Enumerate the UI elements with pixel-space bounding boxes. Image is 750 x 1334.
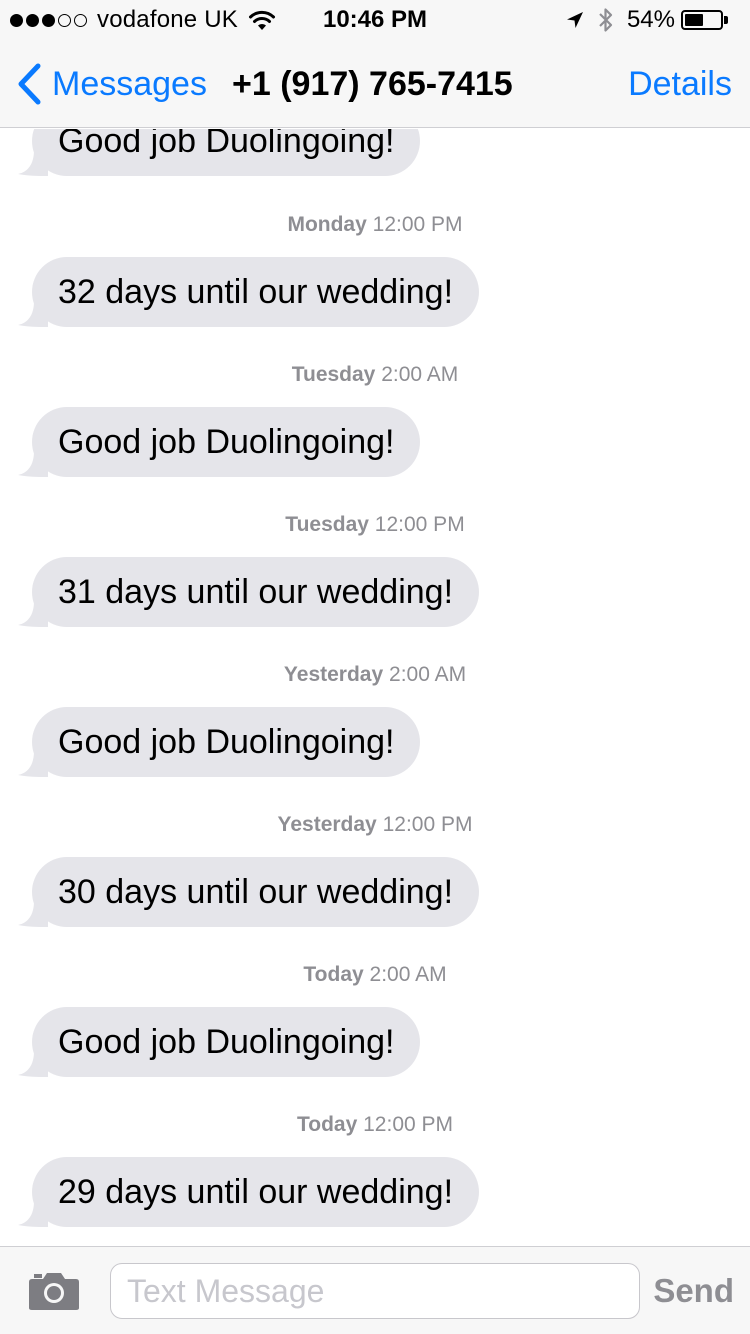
message-text: Good job Duolingoing!: [58, 423, 395, 461]
bubble-tail: [18, 301, 48, 327]
message-bubble: Good job Duolingoing!: [18, 129, 421, 176]
message-bubble: 32 days until our wedding!: [18, 257, 480, 327]
camera-icon[interactable]: [28, 1271, 80, 1311]
timestamp: Today 2:00 AM: [0, 963, 750, 987]
message-input[interactable]: [110, 1263, 640, 1319]
timestamp-day: Yesterday: [277, 813, 377, 836]
battery-cap: [724, 16, 728, 24]
send-button[interactable]: Send: [653, 1247, 734, 1334]
message-text: 29 days until our wedding!: [58, 1173, 454, 1211]
message-bubble: 31 days until our wedding!: [18, 557, 480, 627]
message-text: 32 days until our wedding!: [58, 273, 454, 311]
message-thread[interactable]: Good job Duolingoing! Monday 12:00 PM 32…: [0, 129, 750, 1246]
status-bar: vodafone UK 10:46 PM 54%: [0, 0, 750, 40]
message-text: Good job Duolingoing!: [58, 129, 395, 160]
details-button[interactable]: Details: [628, 40, 732, 128]
battery-level: [685, 14, 704, 26]
message-text: Good job Duolingoing!: [58, 723, 395, 761]
timestamp-time: 12:00 PM: [363, 1113, 454, 1136]
timestamp: Yesterday 2:00 AM: [0, 663, 750, 687]
message-bubble: Good job Duolingoing!: [18, 1007, 421, 1077]
timestamp-time: 2:00 AM: [381, 363, 459, 386]
timestamp: Tuesday 2:00 AM: [0, 363, 750, 387]
message-text: Good job Duolingoing!: [58, 1023, 395, 1061]
battery-percent: 54%: [626, 6, 675, 33]
back-label: Messages: [52, 64, 207, 103]
timestamp-time: 12:00 PM: [374, 513, 465, 536]
contact-title: +1 (917) 765-7415: [232, 65, 513, 103]
message-bubble: 30 days until our wedding!: [18, 857, 480, 927]
chevron-left-icon: [18, 63, 41, 105]
timestamp-day: Yesterday: [283, 663, 384, 686]
timestamp-time: 12:00 PM: [372, 213, 463, 236]
timestamp: Today 12:00 PM: [0, 1113, 750, 1137]
timestamp: Monday 12:00 PM: [0, 213, 750, 237]
bubble-tail: [18, 451, 48, 477]
timestamp-day: Today: [296, 1113, 358, 1136]
message-bubble: Good job Duolingoing!: [18, 407, 421, 477]
timestamp: Yesterday 12:00 PM: [0, 813, 750, 837]
timestamp-day: Today: [303, 963, 364, 986]
nav-bar: Messages +1 (917) 765-7415 Details: [0, 40, 750, 128]
status-right: 54%: [565, 6, 728, 34]
bubble-tail: [18, 601, 48, 627]
battery-icon: [681, 10, 723, 30]
location-arrow-icon: [566, 12, 583, 28]
bluetooth-icon: [599, 8, 613, 32]
bubble-tail: [18, 150, 48, 176]
bubble-tail: [18, 751, 48, 777]
timestamp-time: 12:00 PM: [382, 813, 473, 836]
timestamp: Tuesday 12:00 PM: [0, 513, 750, 537]
compose-bar: Send: [0, 1246, 750, 1334]
timestamp-day: Tuesday: [291, 363, 376, 386]
message-text: 31 days until our wedding!: [58, 573, 454, 611]
timestamp-time: 2:00 AM: [369, 963, 447, 986]
bubble-tail: [18, 901, 48, 927]
timestamp-day: Tuesday: [285, 513, 369, 536]
bubble-tail: [18, 1201, 48, 1227]
timestamp-time: 2:00 AM: [389, 663, 467, 686]
message-bubble: Good job Duolingoing!: [18, 707, 421, 777]
message-text: 30 days until our wedding!: [58, 873, 454, 911]
back-button[interactable]: Messages: [16, 40, 207, 128]
message-bubble: 29 days until our wedding!: [18, 1157, 480, 1227]
timestamp-day: Monday: [287, 213, 367, 236]
bubble-tail: [18, 1051, 48, 1077]
